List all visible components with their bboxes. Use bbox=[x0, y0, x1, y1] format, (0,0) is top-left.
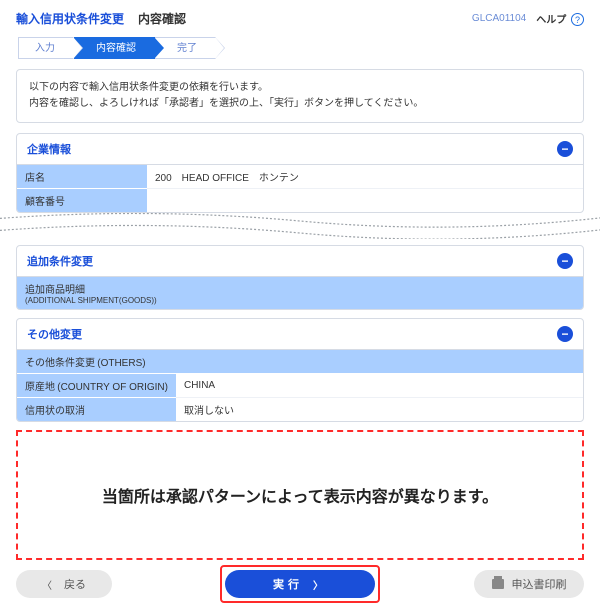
page-header: 輸入信用状条件変更 内容確認 GLCA01104 ヘルプ ? bbox=[16, 10, 584, 27]
step-confirm: 内容確認 bbox=[74, 37, 155, 59]
cancel-label: 信用状の取消 bbox=[17, 398, 176, 422]
back-button[interactable]: 〈 戻る bbox=[16, 570, 112, 598]
approval-placeholder-box: 当箇所は承認パターンによって表示内容が異なります。 bbox=[16, 430, 584, 560]
intro-line-1: 以下の内容で輸入信用状条件変更の依頼を行います。 bbox=[29, 80, 571, 96]
step-done: 完了 bbox=[155, 37, 216, 59]
section-corp: 企業情報 − 店名 200 HEAD OFFICE ホンテン 顧客番号 bbox=[16, 133, 584, 213]
print-button[interactable]: 申込書印刷 bbox=[474, 570, 584, 598]
section-addcond-title: 追加条件変更 bbox=[27, 253, 93, 269]
action-bar: 〈 戻る 実行 〉 申込書印刷 bbox=[16, 570, 584, 598]
execute-button[interactable]: 実行 〉 bbox=[225, 570, 375, 598]
section-other-title: その他変更 bbox=[27, 326, 82, 342]
origin-label: 原産地 (COUNTRY OF ORIGIN) bbox=[17, 374, 176, 398]
section-other: その他変更 − その他条件変更 (OTHERS) 原産地 (COUNTRY OF… bbox=[16, 318, 584, 422]
back-label: 戻る bbox=[64, 576, 86, 592]
screen-id: GLCA01104 bbox=[472, 13, 526, 24]
step-input: 入力 bbox=[18, 37, 74, 59]
execute-highlight: 実行 〉 bbox=[220, 565, 380, 603]
chevron-left-icon: 〈 bbox=[42, 577, 52, 592]
other-subhead: その他条件変更 (OTHERS) bbox=[17, 350, 583, 374]
section-corp-title: 企業情報 bbox=[27, 141, 71, 157]
origin-value: CHINA bbox=[176, 374, 583, 398]
collapse-icon[interactable]: − bbox=[557, 253, 573, 269]
intro-box: 以下の内容で輸入信用状条件変更の依頼を行います。 内容を確認し、よろしければ「承… bbox=[16, 69, 584, 123]
step-indicator: 入力 内容確認 完了 bbox=[18, 37, 584, 59]
help-label: ヘルプ bbox=[536, 15, 566, 26]
section-addcond: 追加条件変更 − 追加商品明細 (ADDITIONAL SHIPMENT(GOO… bbox=[16, 245, 584, 310]
branch-label: 店名 bbox=[17, 165, 147, 189]
help-link[interactable]: ヘルプ ? bbox=[536, 11, 584, 27]
print-label: 申込書印刷 bbox=[512, 576, 567, 592]
page-title: 輸入信用状条件変更 bbox=[16, 10, 124, 27]
collapse-icon[interactable]: − bbox=[557, 141, 573, 157]
custno-value bbox=[147, 189, 583, 213]
execute-label: 実行 bbox=[273, 576, 303, 592]
branch-value: 200 HEAD OFFICE ホンテン bbox=[147, 165, 583, 189]
custno-label: 顧客番号 bbox=[17, 189, 147, 213]
addcond-subhead: 追加商品明細 (ADDITIONAL SHIPMENT(GOODS)) bbox=[17, 277, 583, 309]
page-subtitle: 内容確認 bbox=[138, 10, 186, 27]
cancel-value: 取消しない bbox=[176, 398, 583, 422]
approval-placeholder-text: 当箇所は承認パターンによって表示内容が異なります。 bbox=[102, 483, 498, 507]
page-tear-decoration bbox=[0, 213, 600, 239]
collapse-icon[interactable]: − bbox=[557, 326, 573, 342]
chevron-right-icon: 〉 bbox=[313, 577, 327, 592]
intro-line-2: 内容を確認し、よろしければ「承認者」を選択の上、「実行」ボタンを押してください。 bbox=[29, 96, 571, 112]
help-icon: ? bbox=[571, 13, 584, 26]
